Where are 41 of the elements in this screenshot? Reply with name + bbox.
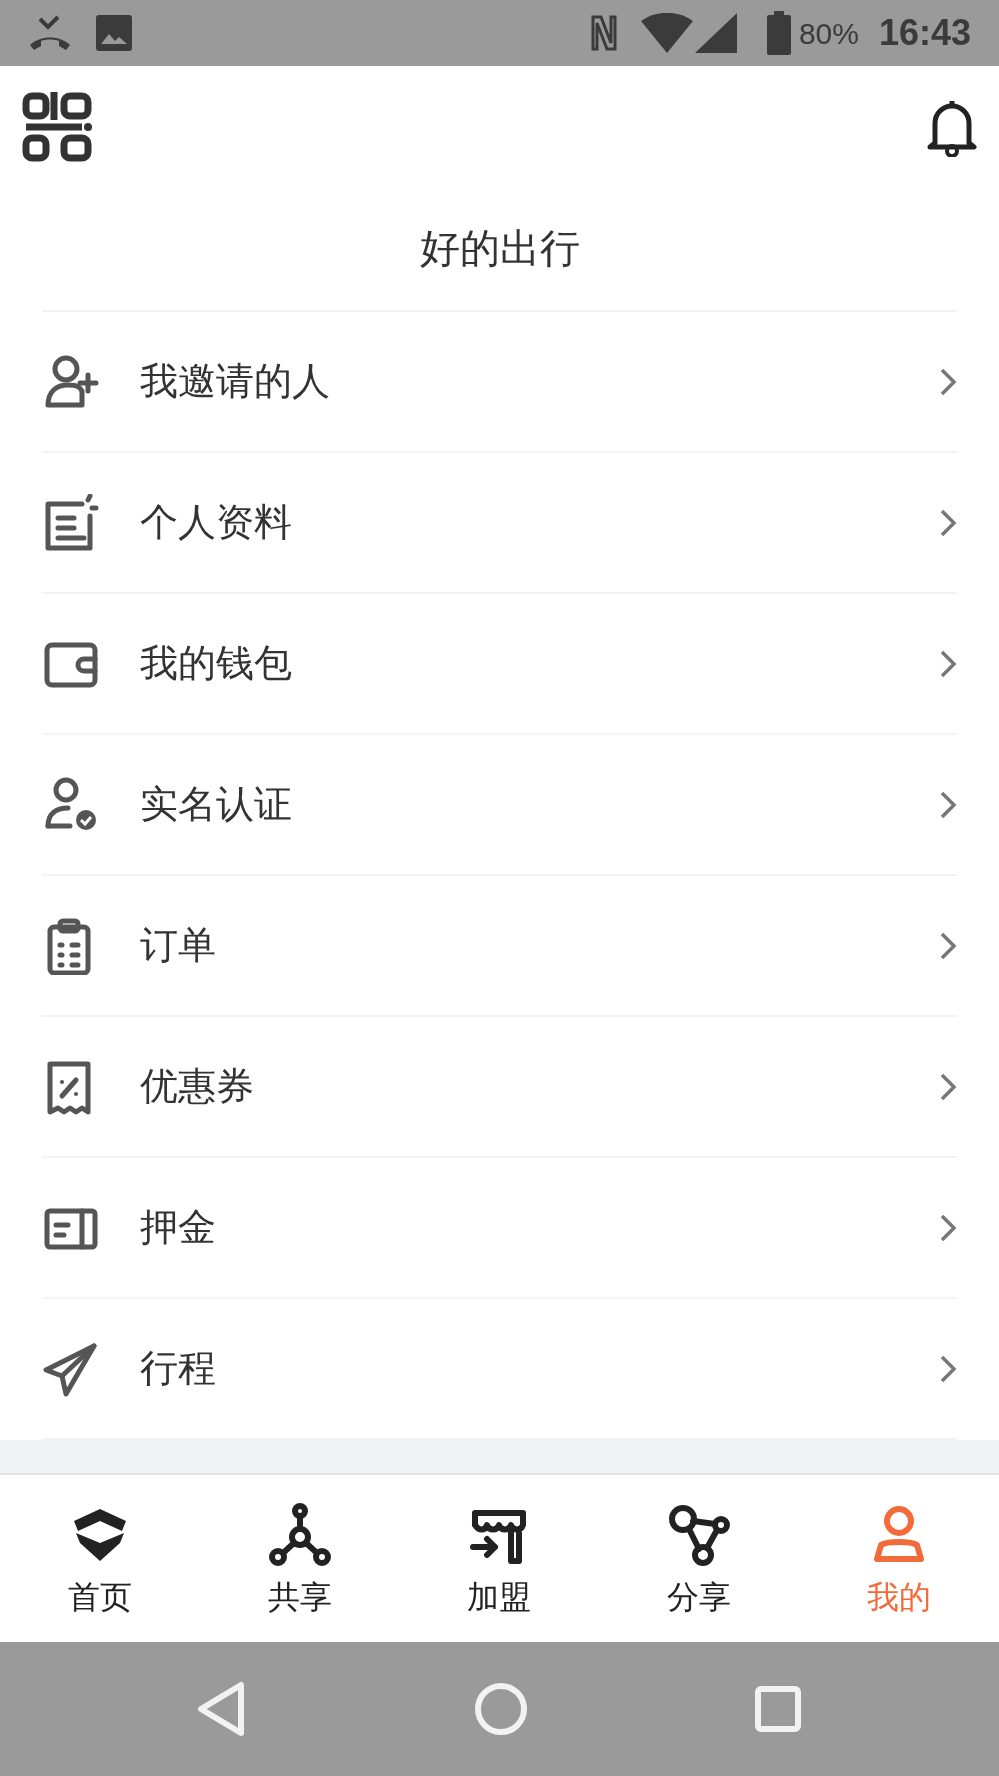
- chevron-right-icon: [939, 930, 957, 961]
- chevron-right-icon: [939, 366, 957, 397]
- tab-item[interactable]: 分享: [599, 1475, 800, 1642]
- wifi-icon: [640, 13, 693, 53]
- menu-item[interactable]: 我的钱包: [42, 594, 957, 735]
- image-icon: [96, 15, 132, 51]
- menu-label: 实名认证: [140, 782, 293, 827]
- qr-code-icon[interactable]: [22, 92, 92, 162]
- chevron-right-icon: [939, 1353, 957, 1384]
- page-title: 好的出行: [419, 225, 580, 272]
- tab-item[interactable]: 共享: [199, 1475, 400, 1642]
- tab-item[interactable]: 加盟: [399, 1475, 600, 1642]
- menu-item[interactable]: 押金: [42, 1158, 957, 1299]
- clock-time: 16:43: [878, 11, 971, 55]
- menu-item[interactable]: 实名认证: [42, 735, 957, 876]
- menu-label: 订单: [140, 923, 217, 968]
- menu-label: 我邀请的人: [140, 359, 331, 404]
- tab-item[interactable]: 首页: [0, 1475, 200, 1642]
- menu-label: 优惠券: [140, 1064, 255, 1109]
- recent-apps-icon[interactable]: [754, 1685, 802, 1733]
- chevron-right-icon: [939, 648, 957, 679]
- menu-item[interactable]: 我邀请的人: [42, 312, 957, 453]
- network-nodes-icon: [267, 1502, 332, 1567]
- menu-label: 个人资料: [140, 500, 293, 545]
- menu-item[interactable]: 优惠券: [42, 1017, 957, 1158]
- chevron-right-icon: [939, 1071, 957, 1102]
- menu-label: 行程: [140, 1346, 217, 1391]
- chevron-right-icon: [939, 789, 957, 820]
- menu-item[interactable]: 个人资料: [42, 453, 957, 594]
- share-nodes-icon: [667, 1502, 732, 1567]
- menu-label: 押金: [140, 1205, 217, 1250]
- battery-icon: [766, 11, 791, 55]
- home-icon[interactable]: [473, 1682, 528, 1736]
- chevron-right-icon: [939, 507, 957, 538]
- missed-call-icon: [28, 15, 72, 51]
- menu-label: 我的钱包: [140, 641, 293, 686]
- chevron-right-icon: [939, 1212, 957, 1243]
- menu-item[interactable]: 订单: [42, 876, 957, 1017]
- battery-percentage: 80%: [798, 15, 859, 52]
- back-icon[interactable]: [197, 1681, 247, 1737]
- signal-icon: [694, 13, 737, 53]
